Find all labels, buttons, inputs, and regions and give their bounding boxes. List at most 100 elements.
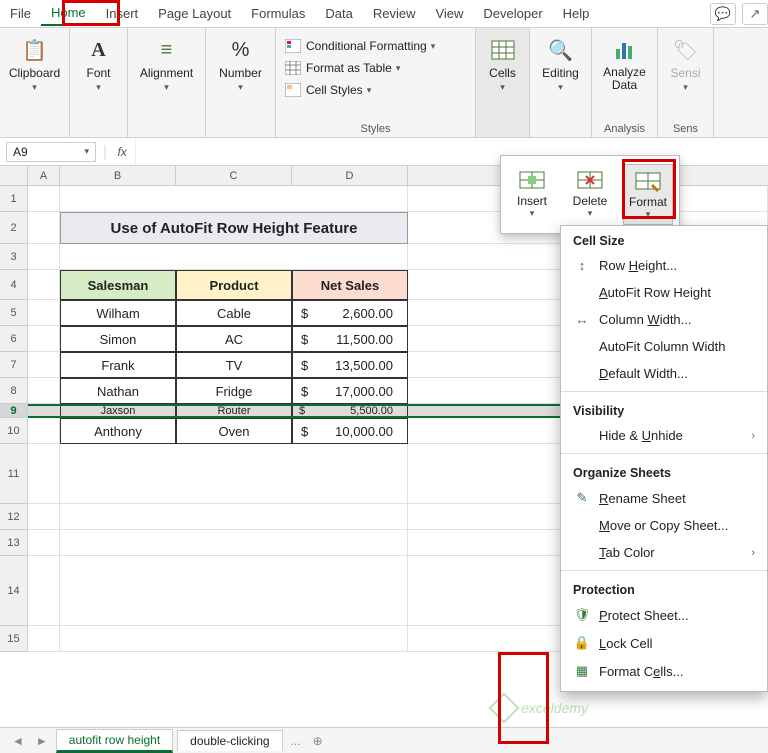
cell-styles-button[interactable]: Cell Styles ▾ bbox=[284, 82, 371, 98]
table-cell[interactable]: $13,500.00 bbox=[292, 352, 408, 378]
tab-help[interactable]: Help bbox=[553, 2, 600, 25]
tab-developer[interactable]: Developer bbox=[473, 2, 552, 25]
analyze-data-button[interactable]: Analyze Data bbox=[599, 34, 650, 94]
menu-format-cells[interactable]: ▦Format Cells... bbox=[561, 657, 767, 685]
row-header[interactable]: 6 bbox=[0, 326, 28, 352]
cells-button[interactable]: Cells▾ bbox=[485, 34, 521, 95]
analyze-icon bbox=[611, 36, 639, 64]
menu-default-width[interactable]: Default Width... bbox=[561, 360, 767, 387]
tab-view[interactable]: View bbox=[425, 2, 473, 25]
table-cell[interactable]: Nathan bbox=[60, 378, 176, 404]
new-sheet-button[interactable]: ⊕ bbox=[309, 734, 327, 748]
alignment-icon: ≡ bbox=[153, 36, 181, 64]
fx-button[interactable]: fx bbox=[110, 145, 135, 159]
table-cell[interactable]: $10,000.00 bbox=[292, 418, 408, 444]
row-header[interactable]: 2 bbox=[0, 212, 28, 244]
tab-data[interactable]: Data bbox=[315, 2, 362, 25]
row-header[interactable]: 12 bbox=[0, 504, 28, 530]
row-header[interactable]: 4 bbox=[0, 270, 28, 300]
menu-row-height[interactable]: ↕Row Height... bbox=[561, 252, 767, 279]
tab-insert[interactable]: Insert bbox=[96, 2, 149, 25]
table-cell[interactable]: Oven bbox=[176, 418, 292, 444]
tab-home[interactable]: Home bbox=[41, 1, 96, 26]
insert-cells-button[interactable]: Insert▾ bbox=[507, 164, 557, 225]
analysis-group-label: Analysis bbox=[604, 119, 645, 135]
table-cell[interactable]: $2,600.00 bbox=[292, 300, 408, 326]
table-cell[interactable]: Fridge bbox=[176, 378, 292, 404]
table-cell[interactable]: $17,000.00 bbox=[292, 378, 408, 404]
row-header[interactable]: 8 bbox=[0, 378, 28, 404]
menu-column-width[interactable]: ↔Column Width... bbox=[561, 306, 767, 333]
cell-styles-icon bbox=[284, 82, 302, 98]
watermark-logo-icon bbox=[489, 692, 520, 723]
select-all-corner[interactable] bbox=[0, 166, 28, 185]
row-header[interactable]: 13 bbox=[0, 530, 28, 556]
format-as-table-button[interactable]: Format as Table ▾ bbox=[284, 60, 400, 76]
submenu-arrow-icon: › bbox=[751, 430, 755, 442]
name-box[interactable]: A9▾ bbox=[6, 142, 96, 162]
table-cell[interactable]: Frank bbox=[60, 352, 176, 378]
sheet-tabs-more[interactable]: ... bbox=[287, 734, 305, 748]
font-button[interactable]: AFont▾ bbox=[81, 34, 117, 95]
tab-page-layout[interactable]: Page Layout bbox=[148, 2, 241, 25]
table-cell[interactable]: $11,500.00 bbox=[292, 326, 408, 352]
menu-move-copy-sheet[interactable]: Move or Copy Sheet... bbox=[561, 512, 767, 539]
title-cell[interactable]: Use of AutoFit Row Height Feature bbox=[60, 212, 408, 244]
tab-review[interactable]: Review bbox=[363, 2, 426, 25]
menu-hide-unhide[interactable]: Hide & Unhide› bbox=[561, 422, 767, 449]
row-header[interactable]: 11 bbox=[0, 444, 28, 504]
row-header[interactable]: 14 bbox=[0, 556, 28, 626]
row-header[interactable]: 15 bbox=[0, 626, 28, 652]
conditional-formatting-button[interactable]: Conditional Formatting ▾ bbox=[284, 38, 435, 54]
row-header[interactable]: 1 bbox=[0, 186, 28, 212]
alignment-button[interactable]: ≡Alignment▾ bbox=[136, 34, 197, 95]
tab-file[interactable]: File bbox=[0, 2, 41, 25]
row-header[interactable]: 10 bbox=[0, 418, 28, 444]
table-header-salesman[interactable]: Salesman bbox=[60, 270, 176, 300]
sheet-tab-active[interactable]: autofit row height bbox=[56, 729, 173, 753]
menu-lock-cell[interactable]: 🔒Lock Cell bbox=[561, 629, 767, 657]
number-button[interactable]: %Number▾ bbox=[215, 34, 266, 95]
table-cell[interactable]: AC bbox=[176, 326, 292, 352]
menu-tab-color[interactable]: Tab Color› bbox=[561, 539, 767, 566]
col-header-b[interactable]: B bbox=[60, 166, 176, 185]
table-cell[interactable]: Anthony bbox=[60, 418, 176, 444]
tab-formulas[interactable]: Formulas bbox=[241, 2, 315, 25]
delete-cells-button[interactable]: Delete▾ bbox=[565, 164, 615, 225]
table-header-netsales[interactable]: Net Sales bbox=[292, 270, 408, 300]
menu-autofit-column-width[interactable]: AutoFit Column Width bbox=[561, 333, 767, 360]
row-header[interactable]: 5 bbox=[0, 300, 28, 326]
table-header-product[interactable]: Product bbox=[176, 270, 292, 300]
sheet-nav-next[interactable]: ► bbox=[32, 734, 52, 748]
sensitivity-button[interactable]: 🏷Sensi▾ bbox=[666, 34, 704, 95]
table-cell[interactable]: Cable bbox=[176, 300, 292, 326]
menu-protect-sheet[interactable]: 🛡Protect Sheet... bbox=[561, 601, 767, 629]
row-header[interactable]: 7 bbox=[0, 352, 28, 378]
cells-icon bbox=[489, 36, 517, 64]
col-header-a[interactable]: A bbox=[28, 166, 60, 185]
col-header-c[interactable]: C bbox=[176, 166, 292, 185]
editing-button[interactable]: 🔍Editing▾ bbox=[538, 34, 583, 95]
table-cell[interactable]: Wilham bbox=[60, 300, 176, 326]
col-header-d[interactable]: D bbox=[292, 166, 408, 185]
watermark: exceldemy bbox=[493, 697, 588, 719]
sheet-nav-prev[interactable]: ◄ bbox=[8, 734, 28, 748]
comments-button[interactable]: 💬 bbox=[710, 3, 736, 25]
sheet-tab-bar: ◄ ► autofit row height double-clicking .… bbox=[0, 727, 768, 753]
table-cell[interactable]: Simon bbox=[60, 326, 176, 352]
format-icon bbox=[632, 169, 664, 193]
editing-icon: 🔍 bbox=[546, 36, 574, 64]
format-cells-button[interactable]: Format▾ bbox=[623, 164, 673, 225]
styles-group-label: Styles bbox=[284, 119, 467, 135]
menu-heading-cellsize: Cell Size bbox=[561, 226, 767, 252]
share-button[interactable]: ↗ bbox=[742, 3, 768, 25]
row-header[interactable]: 3 bbox=[0, 244, 28, 270]
row-header-selected[interactable]: 9 bbox=[0, 404, 28, 418]
number-icon: % bbox=[227, 36, 255, 64]
clipboard-button[interactable]: 📋Clipboard▾ bbox=[5, 34, 64, 95]
menu-autofit-row-height[interactable]: AutoFit Row Height bbox=[561, 279, 767, 306]
font-icon: A bbox=[85, 36, 113, 64]
sheet-tab[interactable]: double-clicking bbox=[177, 730, 282, 751]
table-cell[interactable]: TV bbox=[176, 352, 292, 378]
menu-rename-sheet[interactable]: ✎Rename Sheet bbox=[561, 484, 767, 512]
